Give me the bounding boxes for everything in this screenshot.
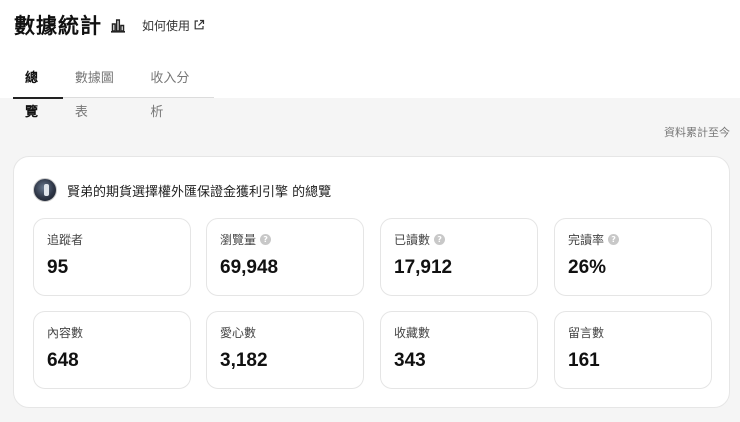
stat-value: 17,912 (394, 257, 453, 278)
stat-read-rate: 完讀率? 26% (554, 218, 712, 296)
stat-value: 3,182 (220, 350, 268, 371)
stat-label: 愛心數 (220, 324, 350, 340)
how-to-use-label: 如何使用 (142, 18, 191, 33)
title-row: 數據統計 如何使用 (14, 10, 205, 40)
stat-label: 已讀數? (394, 231, 524, 247)
stat-value: 69,948 (220, 257, 279, 278)
stat-label: 留言數 (568, 324, 698, 340)
external-link-icon (193, 19, 205, 31)
help-icon[interactable]: ? (260, 233, 272, 245)
stat-label-text: 留言數 (568, 325, 605, 340)
stat-label: 瀏覽量? (220, 231, 350, 247)
top-header: 數據統計 如何使用 總覽 數據圖表 收入分析 (0, 0, 740, 120)
stat-saves: 收藏數 343 (380, 311, 538, 389)
stat-value: 95 (47, 257, 69, 278)
help-icon[interactable]: ? (608, 233, 620, 245)
tab-revenue-analysis[interactable]: 收入分析 (138, 62, 214, 120)
stat-content-count: 內容數 648 (33, 311, 191, 389)
help-icon[interactable]: ? (434, 233, 446, 245)
how-to-use-link[interactable]: 如何使用 (142, 17, 205, 34)
stat-label-text: 完讀率 (568, 232, 605, 247)
stat-label-text: 追蹤者 (47, 232, 84, 247)
tab-overview[interactable]: 總覽 (13, 62, 63, 120)
stat-value: 648 (47, 350, 79, 371)
stat-label: 收藏數 (394, 324, 524, 340)
stat-likes: 愛心數 3,182 (206, 311, 364, 389)
stat-comments: 留言數 161 (554, 311, 712, 389)
stat-label-text: 愛心數 (220, 325, 257, 340)
stat-label: 內容數 (47, 324, 177, 340)
stat-reads: 已讀數? 17,912 (380, 218, 538, 296)
stat-followers: 追蹤者 95 (33, 218, 191, 296)
stat-label: 完讀率? (568, 231, 698, 247)
stat-label-text: 收藏數 (394, 325, 431, 340)
stat-label-text: 內容數 (47, 325, 84, 340)
stat-label: 追蹤者 (47, 231, 177, 247)
bar-chart-icon (110, 17, 126, 33)
avatar (33, 178, 57, 202)
stat-label-text: 瀏覽量 (220, 232, 257, 247)
stat-value: 26% (568, 257, 607, 278)
page-title: 數據統計 (14, 14, 102, 38)
tab-bar: 總覽 數據圖表 收入分析 (13, 62, 214, 120)
tab-data-charts[interactable]: 數據圖表 (63, 62, 139, 120)
card-title: 賢弟的期貨選擇權外匯保證金獲利引擎 的總覽 (67, 184, 332, 200)
stat-views: 瀏覽量? 69,948 (206, 218, 364, 296)
cumulative-note: 資料累計至今 (664, 126, 730, 139)
stat-label-text: 已讀數 (394, 232, 431, 247)
stat-value: 343 (394, 350, 426, 371)
overview-card: 賢弟的期貨選擇權外匯保證金獲利引擎 的總覽 追蹤者 95 瀏覽量? 69,948… (13, 156, 730, 408)
stat-value: 161 (568, 350, 600, 371)
card-header: 賢弟的期貨選擇權外匯保證金獲利引擎 的總覽 (33, 177, 331, 203)
